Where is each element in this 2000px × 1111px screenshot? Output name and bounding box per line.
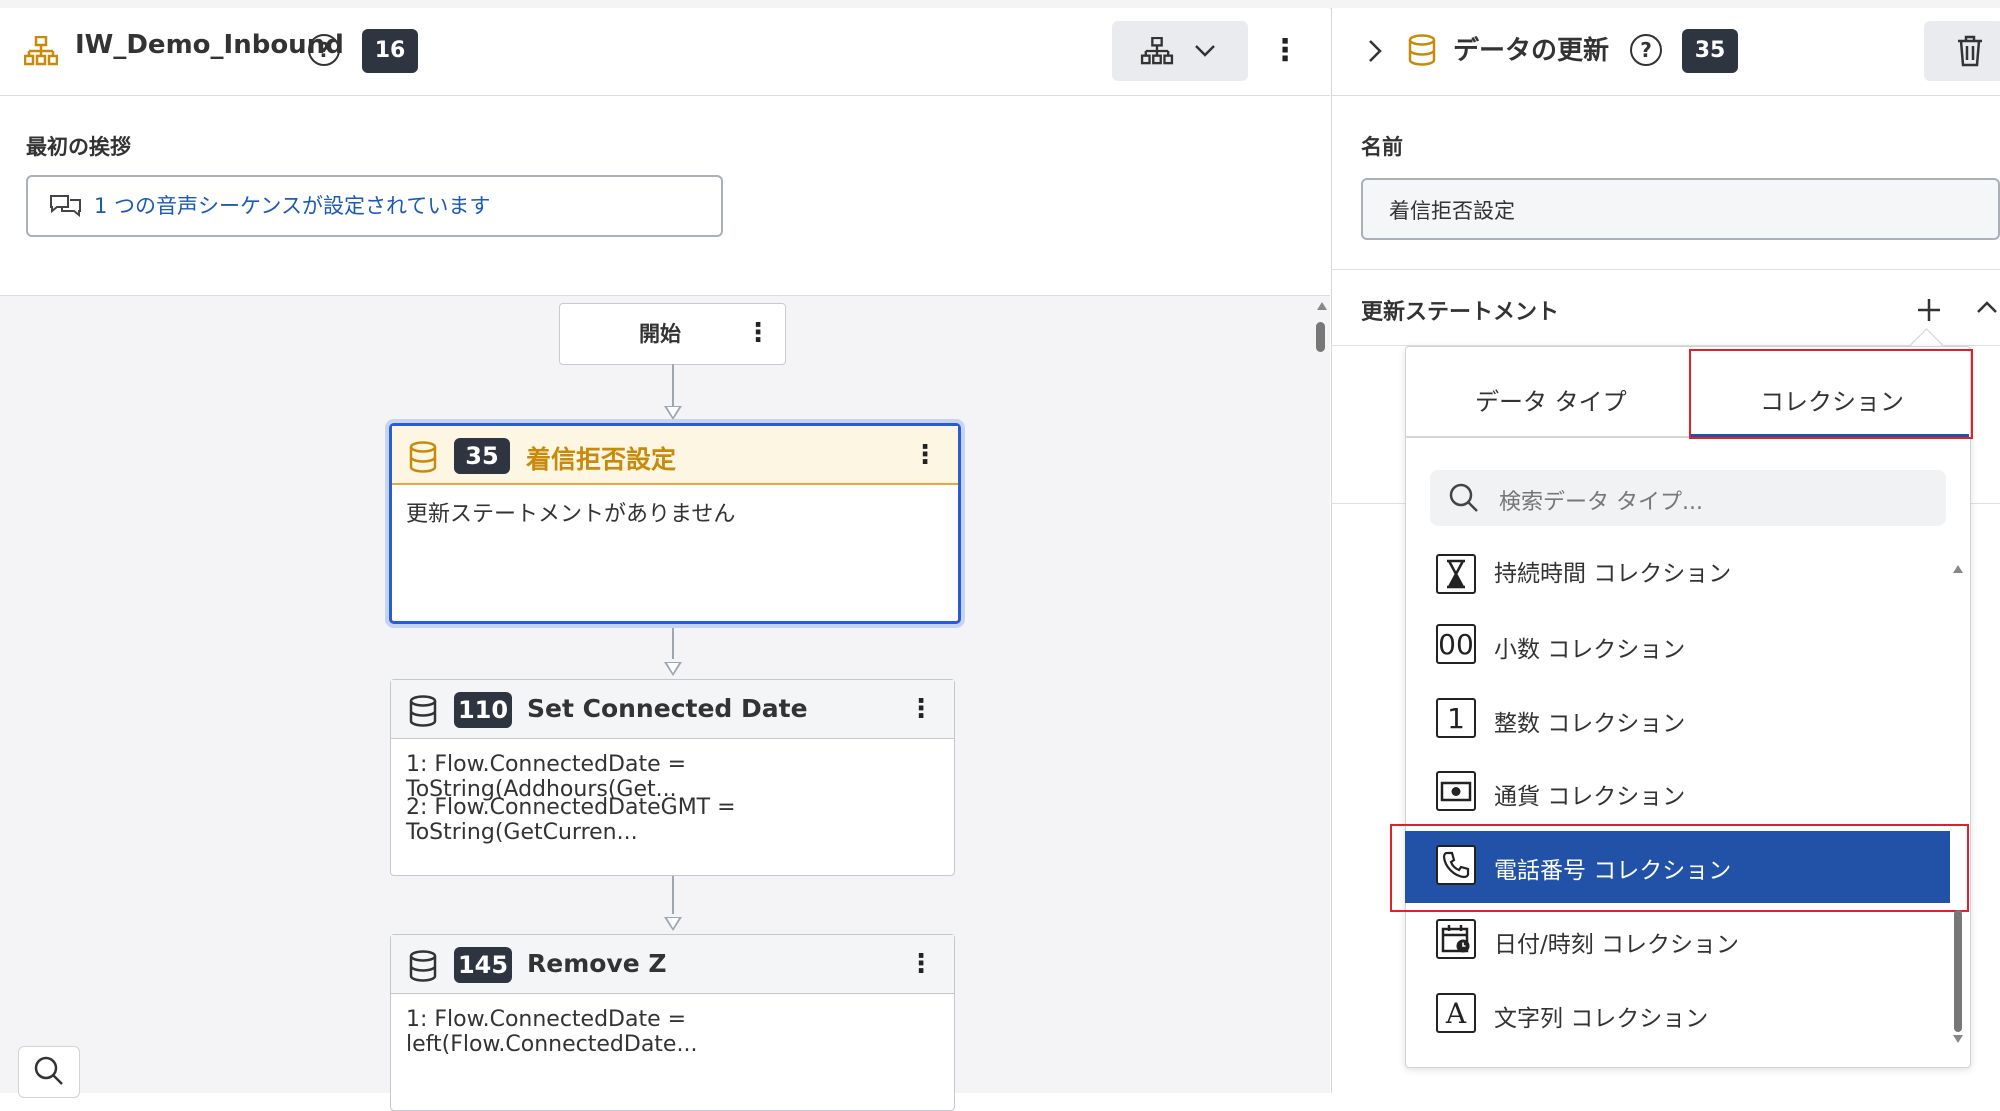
highlight-box-tab [1689, 349, 1973, 439]
node-title: Remove Z [527, 949, 667, 978]
connector [672, 364, 674, 409]
chat-bubbles-icon [50, 195, 81, 218]
node-id-badge: 35 [454, 438, 510, 474]
connector-arrow-inner [667, 918, 679, 928]
node-id-badge: 110 [454, 692, 512, 728]
search-icon [34, 1056, 63, 1085]
help-icon[interactable]: ? [308, 34, 340, 66]
chevron-up-icon[interactable] [1976, 300, 1998, 314]
flow-node-145[interactable]: 145 Remove Z ⋮ 1: Flow.ConnectedDate = l… [390, 934, 955, 1111]
node-title: 着信拒否設定 [526, 445, 677, 474]
start-node-label: 開始 [639, 322, 681, 346]
flow-hierarchy-icon [24, 36, 58, 66]
node-title: Set Connected Date [527, 694, 808, 723]
search-placeholder: 検索データ タイプ... [1499, 490, 1703, 515]
list-item-datetime-collection[interactable]: 日付/時刻 コレクション [1405, 905, 1953, 977]
list-item-label: 整数 コレクション [1494, 711, 1686, 737]
list-item-label: 持続時間 コレクション [1494, 561, 1732, 587]
list-item-currency-collection[interactable]: 通貨 コレクション [1405, 757, 1953, 829]
panel-title: データの更新 [1453, 36, 1610, 66]
panel-count-badge: 35 [1682, 29, 1738, 73]
connector [672, 622, 674, 659]
hierarchy-icon [1140, 37, 1174, 65]
database-icon [1408, 34, 1436, 66]
node-id-badge: 145 [454, 947, 512, 983]
name-label: 名前 [1361, 135, 1403, 159]
trash-icon [1958, 35, 1982, 67]
list-item-integer-collection[interactable]: 1 整数 コレクション [1405, 684, 1953, 756]
connector-arrow-inner [667, 407, 679, 417]
list-item-string-collection[interactable]: A 文字列 コレクション [1405, 979, 1953, 1051]
update-statements-label: 更新ステートメント [1361, 300, 1560, 325]
hourglass-icon [1436, 554, 1476, 594]
chevron-down-icon [1195, 45, 1215, 57]
search-icon [1449, 483, 1478, 512]
database-icon [409, 695, 437, 727]
list-item-duration-collection[interactable]: 持続時間 コレクション [1405, 536, 1953, 608]
canvas-search-button[interactable] [18, 1046, 80, 1098]
greeting-value[interactable]: 1 つの音声シーケンスが設定されています [94, 190, 490, 220]
connector-arrow-inner [667, 663, 679, 673]
currency-icon [1436, 771, 1476, 811]
list-item-label: 小数 コレクション [1494, 637, 1686, 663]
flow-more-menu[interactable]: ⋮ [1270, 36, 1300, 66]
highlight-box-item [1390, 824, 1969, 912]
canvas-scrollbar[interactable] [1314, 300, 1328, 1090]
node-statement: 1: Flow.ConnectedDate = left(Flow.Connec… [406, 1007, 698, 1057]
list-item-label: 通貨 コレクション [1494, 784, 1686, 810]
node-header: 145 Remove Z ⋮ [391, 935, 954, 994]
name-value[interactable]: 着信拒否設定 [1389, 195, 1515, 225]
integer-icon: 1 [1436, 698, 1476, 738]
list-item-label: 文字列 コレクション [1494, 1006, 1709, 1032]
list-item-decimal-collection[interactable]: 00 小数 コレクション [1405, 610, 1953, 682]
popup-scrollbar[interactable] [1953, 565, 1963, 1045]
node-statement: 更新ステートメントがありません [406, 502, 736, 527]
decimal-icon: 00 [1436, 624, 1476, 664]
divider [1331, 95, 2000, 96]
node-header: 110 Set Connected Date ⋮ [391, 680, 954, 739]
add-icon[interactable] [1916, 297, 1942, 323]
connector [672, 875, 674, 914]
node-header: 35 着信拒否設定 ⋮ [392, 426, 958, 485]
string-icon: A [1436, 993, 1476, 1033]
list-item-label: 日付/時刻 コレクション [1494, 932, 1740, 958]
start-node-menu[interactable]: ⋮ [745, 318, 771, 348]
database-icon [409, 441, 437, 473]
flow-node-35[interactable]: 35 着信拒否設定 ⋮ 更新ステートメントがありません [389, 423, 961, 624]
start-node[interactable]: 開始 ⋮ [559, 303, 786, 365]
node-statement: 2: Flow.ConnectedDateGMT = ToString(GetC… [406, 795, 736, 845]
flow-title: IW_Demo_Inbound [75, 30, 344, 60]
node-menu[interactable]: ⋮ [912, 440, 938, 470]
calendar-icon [1436, 919, 1476, 959]
flow-node-110[interactable]: 110 Set Connected Date ⋮ 1: Flow.Connect… [390, 679, 955, 876]
database-icon [409, 950, 437, 982]
node-menu[interactable]: ⋮ [908, 949, 934, 979]
node-menu[interactable]: ⋮ [908, 694, 934, 724]
view-layout-button[interactable] [1112, 21, 1248, 81]
flow-count-badge: 16 [362, 29, 418, 73]
divider [1331, 269, 2000, 270]
chevron-right-icon[interactable] [1367, 38, 1383, 64]
help-icon[interactable]: ? [1630, 34, 1662, 66]
greeting-label: 最初の挨拶 [26, 135, 131, 159]
delete-button[interactable] [1924, 21, 2000, 81]
tab-data-type[interactable]: データ タイプ [1475, 382, 1627, 417]
